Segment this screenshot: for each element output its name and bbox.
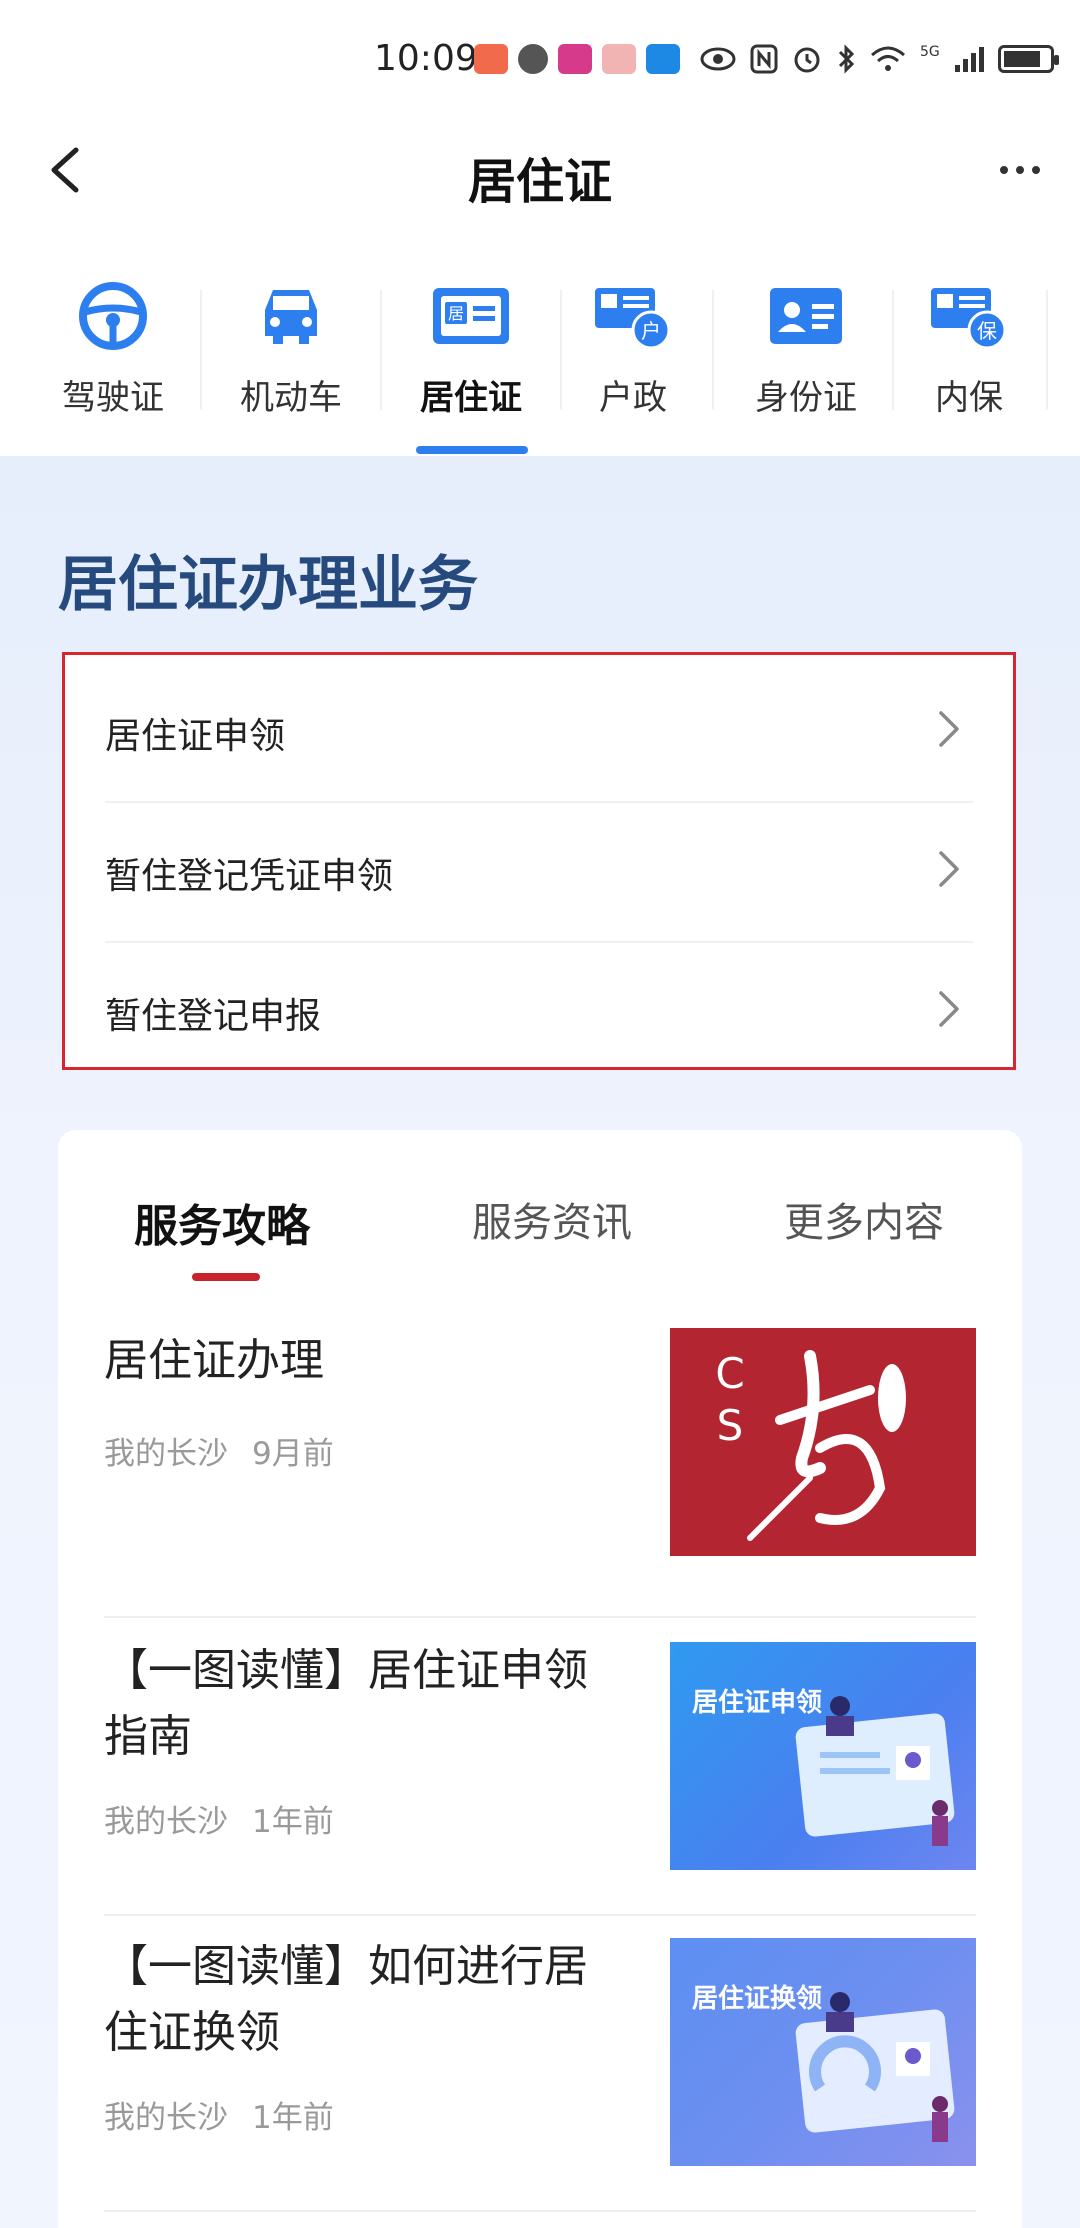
article-meta: 我的长沙 9月前 — [104, 1428, 334, 1473]
article-source: 我的长沙 — [104, 2100, 228, 2136]
article-time: 1年前 — [252, 1804, 334, 1840]
system-icons: 5G — [700, 44, 1059, 74]
news-tab-indicator — [192, 1273, 260, 1281]
bluetooth-icon — [838, 44, 855, 74]
tab-internal-security[interactable]: 保 内保 — [926, 280, 1012, 450]
notification-icons — [474, 44, 680, 74]
tab-label: 户政 — [599, 378, 667, 418]
household-icon: 户 — [595, 288, 671, 350]
article-title: 居住证办理 — [104, 1335, 324, 1386]
svg-text:保: 保 — [977, 319, 997, 343]
more-button[interactable] — [990, 150, 1050, 190]
list-item[interactable]: 【一图读懂】居住证申领指南 我的长沙 1年前 居住证申领 — [104, 1620, 976, 1916]
tab-label: 内保 — [935, 378, 1003, 418]
steering-wheel-icon — [79, 282, 147, 350]
gift-icon — [602, 44, 636, 74]
chevron-right-icon — [939, 991, 959, 1027]
tab-residence-permit[interactable]: 居 居住证 — [408, 280, 534, 450]
car-icon — [265, 290, 317, 344]
page-title: 居住证 — [467, 154, 612, 210]
tab-id-card[interactable]: 身份证 — [748, 280, 864, 450]
app-icon — [558, 44, 592, 74]
status-time: 10:09 — [374, 38, 478, 79]
svg-text:C: C — [715, 1349, 744, 1398]
residence-card-icon: 居 — [433, 288, 509, 344]
changsha-logo: C S — [715, 1349, 906, 1541]
service-item-temporary-certificate[interactable]: 暂住登记凭证申领 — [105, 803, 973, 943]
article-time: 9月前 — [252, 1436, 334, 1472]
svg-text:居: 居 — [448, 304, 464, 323]
message-icon — [518, 44, 548, 74]
illustration-icon — [795, 1696, 955, 1846]
vivo-icon — [474, 44, 508, 74]
tab-label: 机动车 — [240, 378, 342, 418]
article-thumbnail: 居住证换领 — [670, 1938, 976, 2166]
bookmark-icon — [646, 44, 680, 74]
service-item-residence-permit-apply[interactable]: 居住证申领 — [105, 663, 973, 803]
list-item[interactable]: 居住证办理 我的长沙 9月前 C S — [104, 1328, 976, 1618]
tab-household[interactable]: 户 户政 — [590, 280, 676, 450]
signal-icon — [954, 47, 984, 72]
illustration-icon — [795, 1992, 955, 2142]
article-title: 【一图读懂】居住证申领指南 — [104, 1645, 588, 1762]
tab-label: 驾驶证 — [62, 378, 164, 418]
article-title: 【一图读懂】如何进行居住证换领 — [104, 1941, 588, 2058]
service-list: 居住证申领 暂住登记凭证申领 暂住登记申报 — [62, 652, 1016, 1070]
tab-label: 居住证 — [420, 378, 522, 418]
article-source: 我的长沙 — [104, 1436, 228, 1472]
more-icon — [1000, 166, 1040, 174]
tab-more-content[interactable]: 更多内容 — [784, 1190, 944, 1248]
service-item-label: 居住证申领 — [105, 716, 286, 757]
section-title: 居住证办理业务 — [58, 550, 478, 620]
article-meta: 我的长沙 1年前 — [104, 1796, 334, 1841]
eye-icon — [700, 47, 736, 71]
title-bar: 居住证 — [0, 120, 1080, 230]
article-thumbnail: 居住证申领 — [670, 1642, 976, 1870]
article-meta: 我的长沙 1年前 — [104, 2092, 334, 2137]
network-type: 5G — [920, 44, 940, 60]
chevron-right-icon — [939, 851, 959, 887]
list-item[interactable]: 【一图读懂】如何进行居住证换领 我的长沙 1年前 居住证换领 — [104, 1916, 976, 2212]
tab-driving-license[interactable]: 驾驶证 — [50, 280, 176, 450]
tab-service-news[interactable]: 服务资讯 — [472, 1190, 632, 1248]
tab-label: 身份证 — [755, 378, 857, 418]
article-source: 我的长沙 — [104, 1804, 228, 1840]
service-item-label: 暂住登记凭证申领 — [105, 856, 394, 897]
alarm-icon — [794, 47, 820, 73]
service-item-temporary-registration[interactable]: 暂住登记申报 — [105, 943, 973, 1083]
tab-vehicle[interactable]: 机动车 — [228, 280, 354, 450]
battery-icon — [997, 45, 1059, 73]
wifi-icon — [871, 46, 905, 71]
security-icon: 保 — [931, 288, 1007, 350]
svg-text:S: S — [717, 1401, 744, 1450]
news-card: 服务攻略 服务资讯 更多内容 居住证办理 我的长沙 9月前 C S 【一图读懂】居… — [58, 1130, 1022, 2228]
nfc-icon — [750, 44, 778, 74]
status-bar: 10:09 5G — [0, 0, 1080, 120]
active-tab-indicator — [416, 446, 528, 454]
tab-service-guide[interactable]: 服务攻略 — [134, 1190, 310, 1254]
id-card-icon — [770, 288, 842, 344]
svg-text:户: 户 — [641, 319, 661, 343]
article-time: 1年前 — [252, 2100, 334, 2136]
service-item-label: 暂住登记申报 — [105, 996, 322, 1037]
chevron-right-icon — [939, 711, 959, 747]
article-thumbnail: C S — [670, 1328, 976, 1556]
category-bar: 驾驶证 机动车 居 居住证 户 户政 身份证 保 内保 — [0, 260, 1080, 456]
